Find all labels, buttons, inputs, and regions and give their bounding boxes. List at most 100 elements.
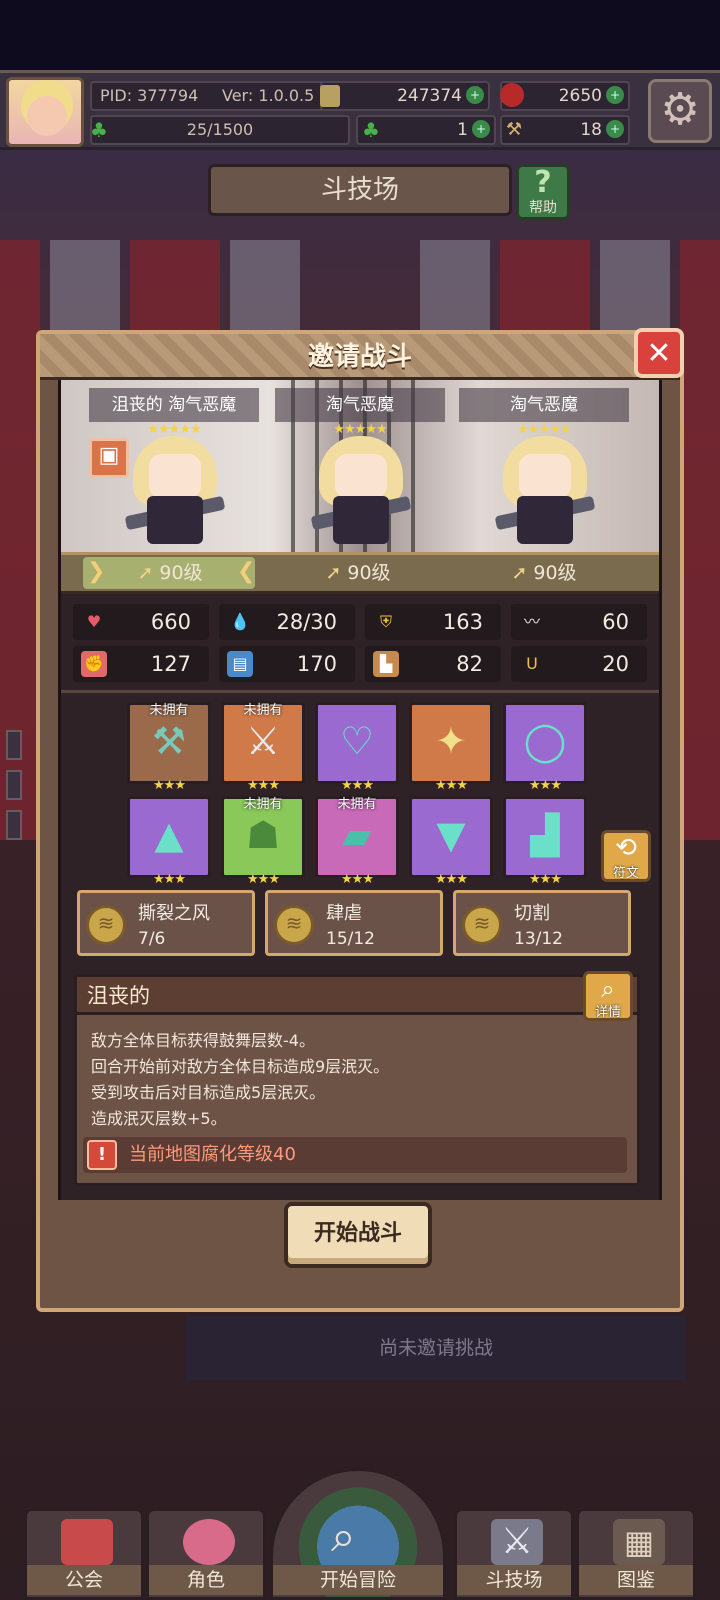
- pid-text: PID: 377794: [100, 86, 199, 105]
- equipment-stars: ★★★: [529, 872, 562, 887]
- unowned-label: 未拥有: [149, 703, 189, 718]
- clover-value: 1: [457, 120, 468, 140]
- nav-guild[interactable]: 公会: [24, 1508, 144, 1600]
- rune-button[interactable]: ⟲ 符文: [601, 830, 651, 882]
- add-hammer-icon[interactable]: +: [606, 120, 624, 138]
- help-button[interactable]: ? 帮助: [516, 164, 570, 220]
- stat-magic: ▤ 170: [219, 646, 355, 682]
- hammer-icon: ⚒: [506, 119, 523, 140]
- equipment-stars: ★★★: [435, 872, 468, 887]
- codex-book-icon: ▦: [613, 1519, 665, 1565]
- water-drop-icon: 💧: [230, 612, 250, 631]
- stamina-bar: ♣ 25/1500: [90, 115, 350, 145]
- nav-label: 角色: [149, 1565, 263, 1595]
- stat-attack: ✊ 127: [73, 646, 209, 682]
- tunic-icon: ☗: [245, 813, 281, 857]
- top-status-bar: PID: 377794 Ver: 1.0.0.5 247374 + 2650 +…: [0, 70, 720, 150]
- side-tab[interactable]: [6, 810, 22, 840]
- equipment-slot[interactable]: 未拥有 ⚒ ★★★: [127, 702, 211, 793]
- set-bonus-card[interactable]: 撕裂之风 7/6: [77, 890, 255, 956]
- settings-gear-icon[interactable]: [648, 79, 712, 143]
- hero-sprite[interactable]: [124, 436, 226, 546]
- guild-house-icon: [61, 1519, 113, 1565]
- add-clover-icon[interactable]: +: [472, 120, 490, 138]
- help-label: 帮助: [529, 200, 557, 216]
- version-text: Ver: 1.0.0.5: [222, 86, 315, 105]
- equipment-stars: ★★★: [435, 778, 468, 793]
- hero-level[interactable]: ➚ 90级: [283, 559, 433, 587]
- side-tab[interactable]: [6, 730, 22, 760]
- rune-label: 符文: [612, 866, 639, 881]
- player-info: PID: 377794 Ver: 1.0.0.5: [90, 81, 340, 111]
- equipment-slot[interactable]: ▲ ★★★: [127, 796, 211, 887]
- equipment-slot[interactable]: ▟ ★★★: [503, 796, 587, 887]
- hero-level[interactable]: ➚ 90级: [469, 559, 619, 587]
- clover-counter: ♣ 1 +: [356, 115, 496, 145]
- hero-stars: ★★★★★: [147, 422, 201, 437]
- detail-label: 详情: [594, 1005, 621, 1020]
- trait-line: 敌方全体目标获得鼓舞层数-4。: [91, 1031, 315, 1050]
- stat-value: 28/30: [276, 610, 337, 634]
- unowned-label: 未拥有: [243, 703, 283, 718]
- equipment-slot[interactable]: 未拥有 ☗ ★★★: [221, 796, 305, 887]
- equipment-stars: ★★★: [153, 778, 186, 793]
- equipment-slot[interactable]: 未拥有 ▰ ★★★: [315, 796, 399, 887]
- hero-name: 淘气恶魔: [275, 388, 445, 422]
- side-tab[interactable]: [6, 770, 22, 800]
- add-gem-icon[interactable]: +: [606, 86, 624, 104]
- invite-battle-dialog: 邀请战斗 沮丧的 淘气恶魔 ★★★★★ 淘气恶魔 ★★★★★ 淘气恶魔 ★★★★…: [36, 328, 684, 1312]
- player-avatar[interactable]: [6, 77, 84, 147]
- set-bonus-card[interactable]: 肆虐 15/12: [265, 890, 443, 956]
- start-battle-button[interactable]: 开始战斗: [284, 1202, 432, 1268]
- equipment-slot[interactable]: ♡ ★★★: [315, 702, 399, 793]
- curse-badge-icon[interactable]: [89, 438, 129, 478]
- nav-adventure[interactable]: ⌕ 开始冒险: [270, 1468, 446, 1600]
- hero-sprite[interactable]: [494, 436, 596, 546]
- close-button[interactable]: [634, 328, 684, 378]
- set-bonus-card[interactable]: 切割 13/12: [453, 890, 631, 956]
- hero-level[interactable]: ➚ 90级: [95, 559, 245, 587]
- nav-label: 开始冒险: [273, 1565, 443, 1595]
- amulet-icon: ♡: [339, 719, 375, 763]
- level-arrow-icon: ➚: [325, 562, 342, 584]
- level-arrow-icon: ➚: [511, 562, 528, 584]
- equipment-slot[interactable]: ▼ ★★★: [409, 796, 493, 887]
- heart-icon: ♥: [86, 612, 102, 631]
- crossed-swords-icon: ⚔: [245, 719, 281, 763]
- bottom-navigation: 公会 角色 ⌕ 开始冒险 ⚔ 斗技场 ▦ 图鉴: [0, 1468, 720, 1600]
- stat-value: 60: [602, 610, 629, 634]
- shield-icon: ⛨: [379, 612, 392, 631]
- stat-value: 660: [150, 610, 191, 634]
- gauntlet-icon: ▰: [342, 813, 372, 857]
- cross-gem-icon: ✦: [435, 719, 467, 763]
- equipment-slot[interactable]: 未拥有 ⚔ ★★★: [221, 702, 305, 793]
- no-challenge-text: 尚未邀请挑战: [186, 1316, 686, 1380]
- set-coin-icon: [86, 905, 126, 945]
- equipment-slot[interactable]: ◯ ★★★: [503, 702, 587, 793]
- coin-icon: [320, 85, 340, 107]
- stat-value: 170: [296, 652, 337, 676]
- nav-arena[interactable]: ⚔ 斗技场: [454, 1508, 574, 1600]
- gem-value: 2650: [558, 86, 602, 106]
- equipment-slot[interactable]: ✦ ★★★: [409, 702, 493, 793]
- stat-value: 163: [442, 610, 483, 634]
- equipment-stars: ★★★: [247, 778, 280, 793]
- boot-icon: ▙: [373, 651, 399, 677]
- stat-mana: 💧 28/30: [219, 604, 355, 640]
- stamina-value: 25/1500: [186, 120, 254, 139]
- dialog-title: 邀请战斗: [307, 342, 412, 372]
- magnifier-icon: ⌕: [601, 975, 615, 1003]
- unowned-label: 未拥有: [243, 797, 283, 812]
- add-gold-icon[interactable]: +: [466, 86, 484, 104]
- hero-sprite[interactable]: [310, 436, 412, 546]
- detail-button[interactable]: ⌕ 详情: [583, 971, 633, 1021]
- stat-hp: ♥ 660: [73, 604, 209, 640]
- nav-character[interactable]: 角色: [146, 1508, 266, 1600]
- hammer-counter: ⚒ 18 +: [500, 115, 630, 145]
- nav-codex[interactable]: ▦ 图鉴: [576, 1508, 696, 1600]
- divider: [61, 690, 659, 693]
- witch-hat-icon: ▲: [154, 813, 184, 857]
- gem-icon: [500, 83, 524, 107]
- set-name: 撕裂之风: [138, 903, 210, 924]
- warning-text: 当前地图腐化等级40: [129, 1144, 296, 1165]
